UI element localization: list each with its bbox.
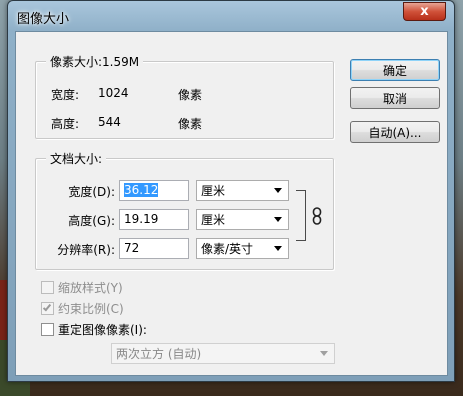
resolution-value: 72: [124, 241, 140, 255]
scale-styles-checkbox-row[interactable]: 缩放样式(Y): [41, 279, 123, 296]
resample-method-select[interactable]: 两次立方 (自动): [111, 343, 335, 364]
chevron-down-icon: [274, 246, 282, 251]
doc-height-value: 19.19: [124, 212, 159, 226]
pixel-height-label: 高度:: [51, 117, 80, 131]
chevron-down-icon: [274, 217, 282, 222]
doc-height-unit-select[interactable]: 厘米: [196, 209, 289, 230]
resolution-unit-select[interactable]: 像素/英寸: [196, 238, 289, 259]
pixel-dimensions-legend: 像素大小:1.59M: [46, 53, 144, 70]
resample-checkbox-row[interactable]: 重定图像像素(I):: [41, 321, 147, 338]
pixel-width-unit: 像素: [178, 88, 203, 102]
doc-width-unit-select[interactable]: 厘米: [196, 180, 289, 201]
resolution-input[interactable]: 72: [119, 238, 189, 259]
window-title: 图像大小: [17, 12, 70, 27]
doc-width-unit: 厘米: [201, 184, 226, 198]
pixel-height-unit: 像素: [178, 117, 203, 131]
document-size-group: 文档大小: 宽度(D): 36.12 厘米 高度(G): 19.19 厘米 分辨…: [35, 150, 334, 270]
resample-label: 重定图像像素(I):: [58, 323, 147, 337]
constrain-bracket: [296, 190, 306, 241]
scale-styles-label: 缩放样式(Y): [58, 281, 123, 295]
doc-width-input[interactable]: 36.12: [119, 180, 189, 201]
cancel-button[interactable]: 取消: [350, 87, 440, 109]
chevron-down-icon: [274, 188, 282, 193]
checkmark-icon: [42, 302, 52, 312]
chevron-down-icon: [320, 351, 328, 356]
doc-height-unit: 厘米: [201, 213, 226, 227]
pixel-width-value: 1024: [98, 86, 129, 100]
doc-width-value: 36.12: [124, 183, 159, 197]
constrain-checkbox-row[interactable]: 约束比例(C): [41, 300, 124, 317]
image-size-dialog: 图像大小 x 像素大小:1.59M 宽度: 1024 像素 高度: 544 像素…: [7, 0, 455, 382]
pixel-width-label: 宽度:: [51, 88, 80, 102]
title-bar[interactable]: 图像大小 x: [8, 1, 454, 31]
close-button[interactable]: x: [403, 2, 446, 21]
close-icon: x: [420, 4, 429, 19]
resolution-unit: 像素/英寸: [201, 242, 254, 256]
auto-button[interactable]: 自动(A)...: [350, 121, 440, 143]
constrain-label: 约束比例(C): [58, 302, 124, 316]
resample-method-value: 两次立方 (自动): [116, 347, 202, 361]
document-size-legend: 文档大小:: [46, 150, 107, 167]
pixel-height-value: 544: [98, 115, 121, 129]
resolution-label: 分辨率(R):: [57, 243, 115, 257]
chain-link-icon: [312, 207, 322, 225]
doc-height-input[interactable]: 19.19: [119, 209, 189, 230]
pixel-dimensions-group: 像素大小:1.59M 宽度: 1024 像素 高度: 544 像素: [35, 53, 334, 139]
constrain-checkbox[interactable]: [41, 302, 54, 315]
dialog-client: 像素大小:1.59M 宽度: 1024 像素 高度: 544 像素 文档大小: …: [15, 31, 448, 376]
ok-button[interactable]: 确定: [350, 59, 440, 81]
scale-styles-checkbox[interactable]: [41, 281, 54, 294]
doc-width-label: 宽度(D):: [68, 185, 115, 199]
doc-height-label: 高度(G):: [68, 214, 115, 228]
resample-checkbox[interactable]: [41, 323, 54, 336]
